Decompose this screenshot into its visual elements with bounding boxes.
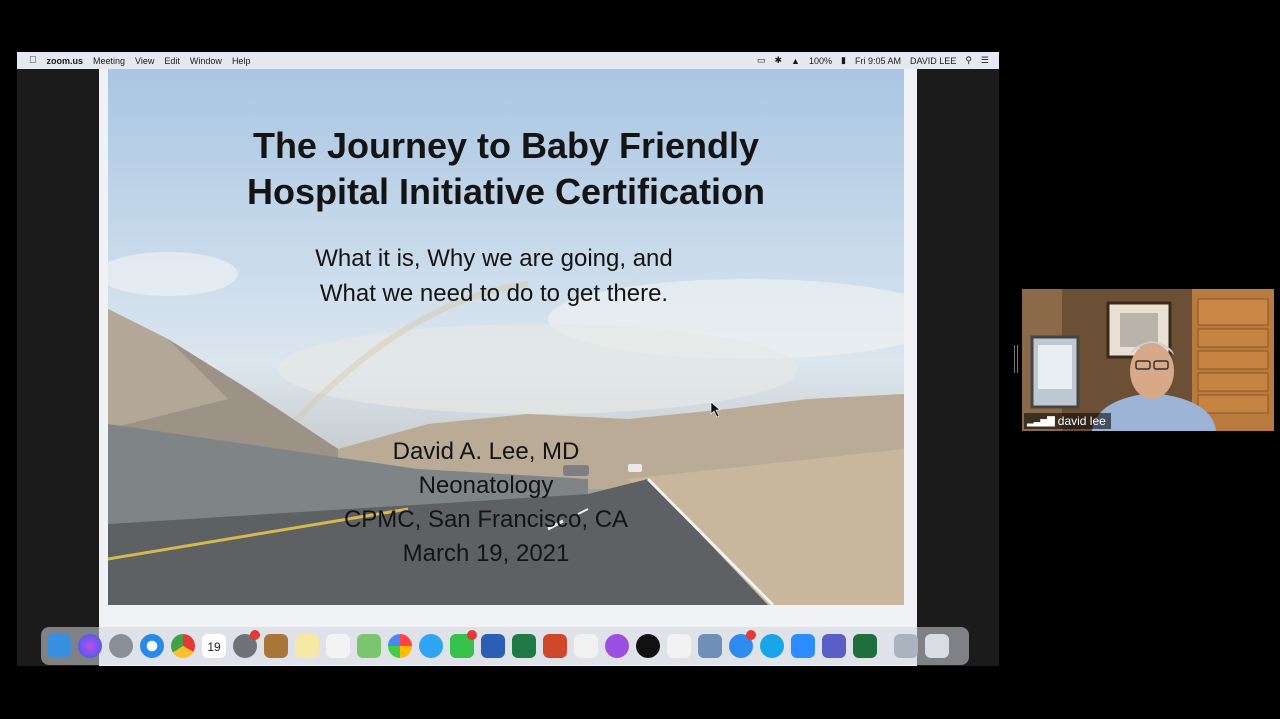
system-preferences-icon[interactable]	[233, 630, 260, 658]
apple-icon[interactable]: 	[29, 55, 37, 66]
slide-subtitle: What it is, Why we are going, and What w…	[108, 241, 892, 311]
skype-icon[interactable]	[760, 634, 784, 658]
notification-badge	[250, 630, 260, 640]
slide-subtitle-line-2: What we need to do to get there.	[319, 280, 669, 307]
mac-menu-bar:  zoom.us Meeting View Edit Window Help …	[17, 52, 999, 69]
chrome-icon[interactable]	[171, 634, 195, 658]
notification-badge	[467, 630, 477, 640]
spotlight-search-icon[interactable]: ⚲	[965, 55, 972, 66]
slide-title-line-1: The Journey to Baby Friendly	[252, 125, 760, 166]
slide-title: The Journey to Baby Friendly Hospital In…	[108, 123, 904, 215]
slide-institution: CPMC, San Francisco, CA	[343, 506, 629, 533]
zoom-meeting-window:  zoom.us Meeting View Edit Window Help …	[0, 0, 1280, 719]
slide-date: March 19, 2021	[402, 540, 570, 567]
participant-name-label: ▂▃▅▇ david lee	[1024, 413, 1111, 429]
menu-edit[interactable]: Edit	[164, 56, 180, 66]
stickies-icon[interactable]	[295, 634, 319, 658]
word-icon[interactable]	[481, 634, 505, 658]
music-icon[interactable]	[574, 634, 598, 658]
presentation-area: The Journey to Baby Friendly Hospital In…	[99, 69, 917, 666]
launchpad-icon[interactable]	[109, 634, 133, 658]
zoom-icon[interactable]	[791, 634, 815, 658]
siri-icon[interactable]	[78, 634, 102, 658]
mac-dock: 19	[41, 627, 969, 665]
podcasts-icon[interactable]	[605, 634, 629, 658]
menu-view[interactable]: View	[135, 56, 154, 66]
finder-window-icon[interactable]	[894, 634, 918, 658]
news-icon[interactable]	[667, 634, 691, 658]
excel-icon[interactable]	[512, 634, 536, 658]
bluetooth-icon[interactable]: ✱	[775, 55, 783, 66]
facetime-icon[interactable]	[450, 630, 477, 658]
airplay-icon[interactable]: ▭	[757, 55, 766, 66]
participant-video-tile[interactable]: ▂▃▅▇ david lee	[1022, 289, 1274, 431]
notification-badge	[746, 630, 756, 640]
reminders-icon[interactable]	[326, 634, 350, 658]
trash-icon[interactable]	[925, 634, 949, 658]
presentation-slide: The Journey to Baby Friendly Hospital In…	[108, 69, 904, 605]
notification-center-icon[interactable]: ☰	[981, 55, 989, 66]
menu-user[interactable]: DAVID LEE	[910, 56, 956, 66]
messages-icon[interactable]	[419, 634, 443, 658]
preview-icon[interactable]	[698, 634, 722, 658]
tv-icon[interactable]	[636, 634, 660, 658]
menu-clock[interactable]: Fri 9:05 AM	[855, 56, 901, 66]
slide-department: Neonatology	[418, 472, 554, 499]
signal-strength-icon: ▂▃▅▇	[1027, 415, 1055, 427]
powerpoint-icon[interactable]	[543, 634, 567, 658]
photos-icon[interactable]	[388, 634, 412, 658]
maps-icon[interactable]	[357, 634, 381, 658]
battery-percent: 100%	[808, 55, 832, 66]
shared-screen:  zoom.us Meeting View Edit Window Help …	[17, 52, 999, 666]
battery-icon[interactable]: ▮	[841, 55, 846, 66]
menu-app-name[interactable]: zoom.us	[47, 56, 84, 66]
finder-icon[interactable]	[47, 634, 71, 658]
participant-video-feed	[1022, 289, 1274, 431]
calendar-icon[interactable]: 19	[202, 634, 226, 658]
app-store-icon[interactable]	[729, 630, 756, 658]
participant-name: david lee	[1057, 414, 1106, 428]
slide-subtitle-line-1: What it is, Why we are going, and	[315, 245, 673, 272]
menu-meeting[interactable]: Meeting	[93, 56, 125, 66]
safari-icon[interactable]	[140, 634, 164, 658]
notes-icon[interactable]	[264, 634, 288, 658]
wifi-icon[interactable]: ▲	[791, 56, 800, 66]
menu-window[interactable]: Window	[190, 56, 222, 66]
resize-handle[interactable]	[1014, 345, 1018, 373]
slide-author-block: David A. Lee, MD Neonatology CPMC, San F…	[108, 435, 884, 571]
slide-author-name: David A. Lee, MD	[392, 438, 580, 465]
teams-icon[interactable]	[822, 634, 846, 658]
slide-title-line-2: Hospital Initiative Certification	[246, 171, 766, 212]
menu-help[interactable]: Help	[232, 56, 251, 66]
excel-window-icon[interactable]	[853, 634, 877, 658]
